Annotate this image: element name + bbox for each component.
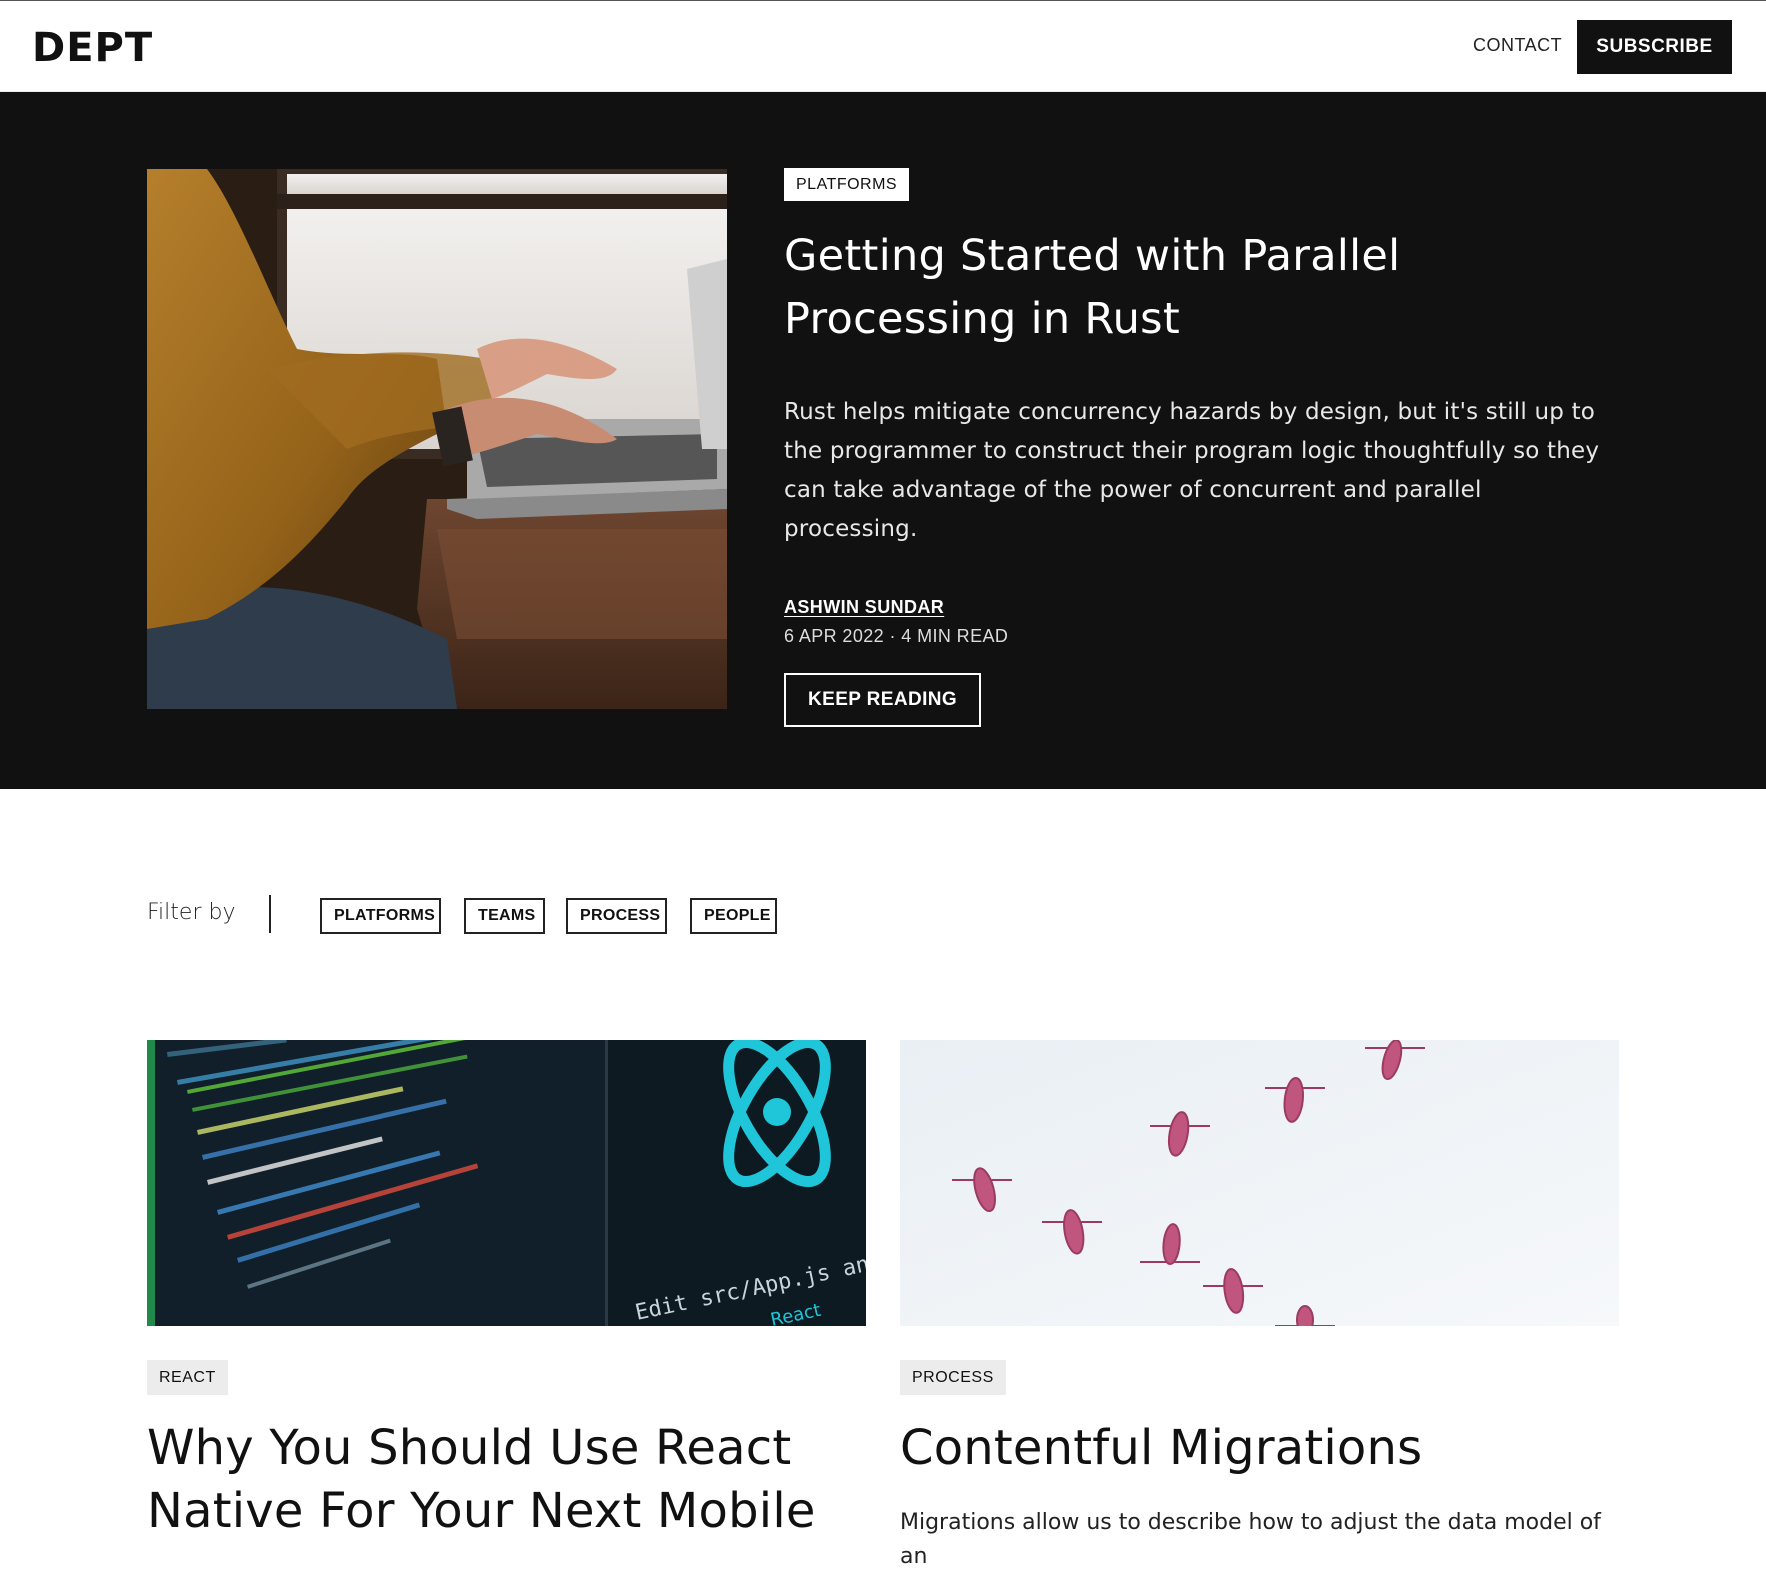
article-card-title[interactable]: Contentful Migrations — [900, 1417, 1619, 1480]
filter-chip-people[interactable]: PEOPLE — [690, 898, 777, 934]
category-tag[interactable]: REACT — [147, 1360, 228, 1395]
filter-chip-platforms[interactable]: PLATFORMS — [320, 898, 441, 934]
article-card-image[interactable]: Edit src/App.js and save to rel React — [147, 1040, 866, 1326]
featured-article-excerpt: Rust helps mitigate concurrency hazards … — [784, 399, 1600, 542]
featured-article-title[interactable]: Getting Started with Parallel Processing… — [784, 225, 1644, 351]
flamingos-photo — [900, 1040, 1619, 1326]
laptop-photo — [147, 169, 727, 709]
category-tag[interactable]: PROCESS — [900, 1360, 1006, 1395]
react-code-photo: Edit src/App.js and save to rel React — [147, 1040, 866, 1326]
site-logo[interactable]: DEPT — [32, 25, 153, 71]
featured-article-image[interactable] — [147, 169, 727, 709]
filter-chip-teams[interactable]: TEAMS — [464, 898, 545, 934]
keep-reading-button[interactable]: KEEP READING — [784, 673, 982, 727]
article-card[interactable]: Edit src/App.js and save to rel React RE… — [147, 1040, 866, 1543]
filter-label: Filter by — [147, 900, 236, 925]
article-meta: 6 APR 2022 · 4 MIN READ — [784, 626, 1009, 646]
site-header: DEPT CONTACT SUBSCRIBE — [0, 0, 1766, 92]
featured-article: PLATFORMS Getting Started with Parallel … — [0, 92, 1766, 789]
filter-divider — [269, 895, 271, 933]
category-tag[interactable]: PLATFORMS — [784, 168, 910, 201]
article-card[interactable]: PROCESS Contentful Migrations Migrations… — [900, 1040, 1619, 1574]
article-card-excerpt: Migrations allow us to describe how to a… — [900, 1510, 1601, 1569]
article-card-image[interactable] — [900, 1040, 1619, 1326]
subscribe-button[interactable]: SUBSCRIBE — [1577, 20, 1732, 74]
featured-article-content: PLATFORMS Getting Started with Parallel … — [784, 168, 1644, 727]
author-link[interactable]: ASHWIN SUNDAR — [784, 597, 944, 618]
article-card-title[interactable]: Why You Should Use React Native For Your… — [147, 1417, 866, 1543]
contact-link[interactable]: CONTACT — [1473, 35, 1562, 56]
filter-chip-process[interactable]: PROCESS — [566, 898, 667, 934]
